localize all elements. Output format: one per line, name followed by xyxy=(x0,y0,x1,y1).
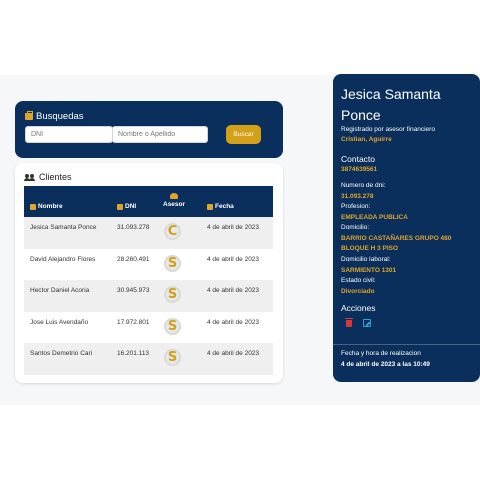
address-label: Domicilio: xyxy=(341,224,370,231)
cell-nombre: Jesica Samanta Ponce xyxy=(30,224,97,231)
cell-dni: 16.201.113 xyxy=(117,350,150,357)
briefcase-icon xyxy=(25,111,33,120)
advisor-avatar: S xyxy=(164,286,181,303)
cell-nombre: Hector Daniel Acoria xyxy=(30,287,90,294)
clients-table: Nombre DNI Asesor Fecha Jesica Samanta P… xyxy=(24,186,273,375)
civil-status-value: Divorciado xyxy=(341,288,375,295)
cell-dni: 31.093.278 xyxy=(117,224,150,231)
advisor-avatar: S xyxy=(164,254,181,272)
civil-status-label: Estado civil: xyxy=(341,277,376,284)
profession-value: EMPLEADA PUBLICA xyxy=(341,214,408,221)
advisor-icon xyxy=(170,193,179,199)
cell-fecha: 4 de abril de 2023 xyxy=(207,318,260,326)
id-card-icon xyxy=(117,203,123,210)
contact-heading: Contacto xyxy=(341,154,376,164)
calendar-icon xyxy=(207,203,213,210)
table-row[interactable]: Jesica Samanta Ponce 31.093.278 C 4 de a… xyxy=(24,217,273,249)
search-button[interactable]: Buscar xyxy=(226,125,261,144)
cell-dni: 28.260.491 xyxy=(117,255,150,263)
advisor-name: Cristian, Aguirre xyxy=(341,136,392,143)
trash-icon[interactable] xyxy=(345,318,353,327)
datetime-label: Fecha y hora de realizacion xyxy=(341,350,421,357)
table-row[interactable]: Hector Daniel Acoria 30.945.973 S 4 de a… xyxy=(24,280,273,312)
cell-dni: 30.945.973 xyxy=(117,287,150,294)
cell-nombre: Jose Luis Avendaño xyxy=(30,318,89,326)
dni-value: 31.093.278 xyxy=(341,193,374,200)
header-fecha[interactable]: Fecha xyxy=(207,203,234,210)
advisor-avatar: S xyxy=(164,349,181,366)
registered-by-label: Registrado por asesor financiero xyxy=(341,126,435,133)
phone-value: 3874639561 xyxy=(341,166,378,173)
cell-fecha: 4 de abril de 2023 xyxy=(207,287,260,294)
search-title-label: Busquedas xyxy=(36,111,84,122)
cell-nombre: Santos Demetrio Cari xyxy=(30,350,93,357)
profession-label: Profesion: xyxy=(341,203,371,210)
search-panel-title: Busquedas xyxy=(25,111,84,122)
table-row[interactable]: Jose Luis Avendaño 17.972.801 S 4 de abr… xyxy=(24,312,273,344)
search-panel: Busquedas Buscar xyxy=(15,101,283,158)
clients-panel: Clientes Nombre DNI Asesor Fecha Jesica … xyxy=(15,163,283,383)
footer-divider xyxy=(333,344,480,345)
dni-label: Numero de dni: xyxy=(341,182,386,189)
header-asesor[interactable]: Asesor xyxy=(163,193,185,208)
dni-search-input[interactable] xyxy=(25,126,113,143)
advisor-avatar: S xyxy=(164,317,181,335)
clients-title-label: Clientes xyxy=(39,172,72,182)
cell-nombre: David Alejandro Flores xyxy=(30,255,96,263)
table-row[interactable]: David Alejandro Flores 28.260.491 S 4 de… xyxy=(24,249,273,281)
client-detail-panel: Jesica Samanta Ponce Registrado por ases… xyxy=(333,74,480,382)
advisor-avatar: C xyxy=(164,223,181,240)
address-value: BARRIO CASTAÑARES GRUPO 480 BLOQUE H 3 P… xyxy=(341,235,452,252)
cell-fecha: 4 de abril de 2023 xyxy=(207,224,260,231)
work-address-value: SARMIENTO 1301 xyxy=(341,267,397,274)
edit-icon[interactable] xyxy=(363,319,371,327)
users-icon xyxy=(24,173,35,181)
cell-fecha: 4 de abril de 2023 xyxy=(207,350,260,357)
header-nombre[interactable]: Nombre xyxy=(30,203,63,210)
cell-fecha: 4 de abril de 2023 xyxy=(207,255,260,263)
name-search-input[interactable] xyxy=(112,126,208,143)
user-icon xyxy=(30,203,36,210)
table-header: Nombre DNI Asesor Fecha xyxy=(24,186,273,217)
actions-heading: Acciones xyxy=(341,303,376,313)
clients-panel-title: Clientes xyxy=(24,172,72,182)
client-name: Jesica Samanta Ponce xyxy=(341,86,441,123)
work-address-label: Domicilio laboral: xyxy=(341,256,391,263)
datetime-value: 4 de abril de 2023 a las 10:49 xyxy=(341,361,430,368)
header-dni[interactable]: DNI xyxy=(117,203,136,210)
table-row[interactable]: Santos Demetrio Cari 16.201.113 S 4 de a… xyxy=(24,343,273,375)
cell-dni: 17.972.801 xyxy=(117,318,150,326)
